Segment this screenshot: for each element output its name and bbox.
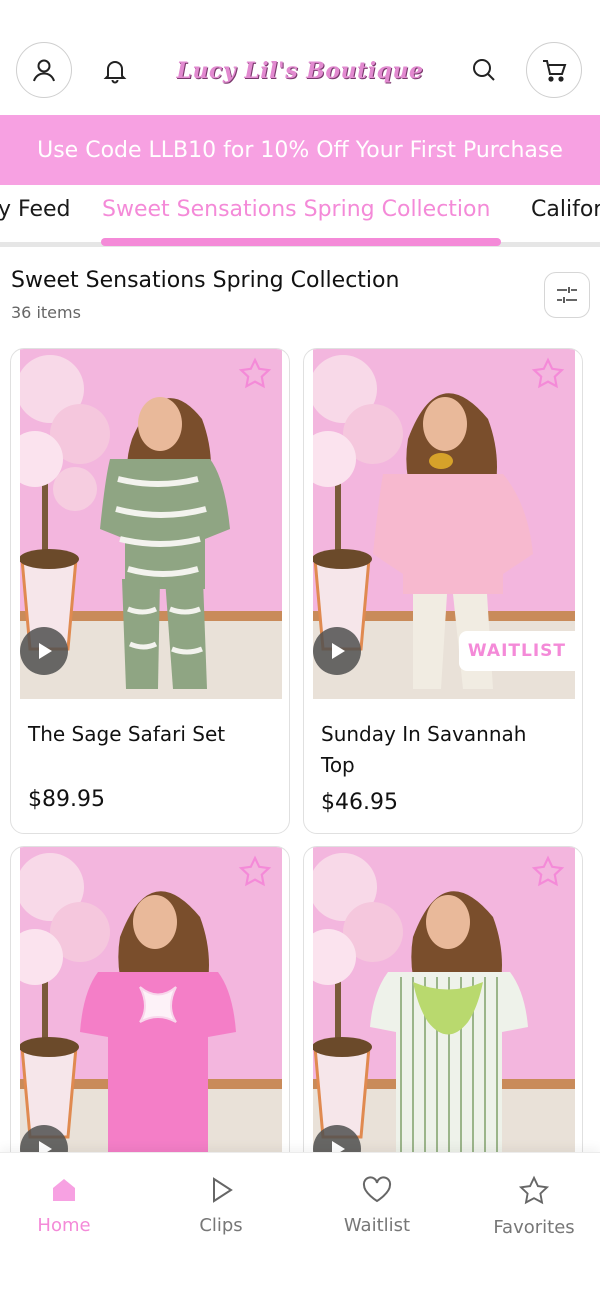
heart-icon [362,1176,392,1203]
brand-logo[interactable]: Lucy Lil's Boutique [177,53,423,89]
bell-icon [103,61,127,84]
account-button[interactable] [16,42,72,98]
promo-text: Use Code LLB10 for 10% Off Your First Pu… [37,137,563,163]
product-image[interactable]: WAITLIST [313,349,575,699]
tab-feed[interactable]: y Feed [0,197,71,222]
play-icon [213,1177,233,1203]
collection-count: 36 items [11,303,81,322]
nav-label: Waitlist [343,1215,411,1236]
nav-label: Favorites [493,1217,575,1238]
product-name[interactable]: The Sage Safari Set [28,719,258,750]
play-icon [332,643,345,659]
collection-title: Sweet Sensations Spring Collection [11,268,400,293]
bottom-nav: Home Clips Waitlist Favorites [0,1152,600,1300]
play-video-button[interactable] [313,627,361,675]
notifications-button[interactable] [97,52,133,88]
product-price: $89.95 [28,787,105,812]
promo-banner[interactable]: Use Code LLB10 for 10% Off Your First Pu… [0,115,600,185]
nav-favorites[interactable]: Favorites [474,1175,594,1238]
star-icon [518,1175,550,1205]
favorite-star-icon[interactable] [238,357,272,391]
product-image[interactable] [313,847,575,1197]
search-icon [473,59,495,81]
product-price: $46.95 [321,790,398,815]
play-video-button[interactable] [20,627,68,675]
cart-icon [543,60,567,82]
cart-button[interactable] [526,42,582,98]
product-card[interactable]: WAITLIST Sunday In Savannah Top $46.95 [303,348,583,834]
favorite-star-icon[interactable] [531,357,565,391]
play-icon [39,643,52,659]
sliders-icon [557,287,577,303]
product-card[interactable]: The Sage Safari Set $89.95 [10,348,290,834]
nav-waitlist[interactable]: Waitlist [317,1175,437,1236]
nav-clips[interactable]: Clips [161,1175,281,1236]
tab-sweet-sensations[interactable]: Sweet Sensations Spring Collection [102,197,490,222]
user-icon [33,59,55,82]
app-header: Lucy Lil's Boutique [0,40,600,104]
search-button[interactable] [466,52,502,88]
filter-button[interactable] [544,272,590,318]
product-image[interactable] [20,847,282,1197]
favorite-star-icon[interactable] [238,855,272,889]
product-image[interactable] [20,349,282,699]
product-name[interactable]: Sunday In Savannah Top [321,719,551,781]
active-tab-indicator [101,238,501,246]
nav-home[interactable]: Home [4,1175,124,1236]
nav-label: Home [37,1215,91,1236]
tab-california[interactable]: Califor [531,197,600,222]
waitlist-badge[interactable]: WAITLIST [458,631,575,671]
favorite-star-icon[interactable] [531,855,565,889]
logo-text: Lucy Lil's Boutique [176,58,424,84]
home-icon [53,1179,75,1201]
nav-label: Clips [199,1215,243,1236]
